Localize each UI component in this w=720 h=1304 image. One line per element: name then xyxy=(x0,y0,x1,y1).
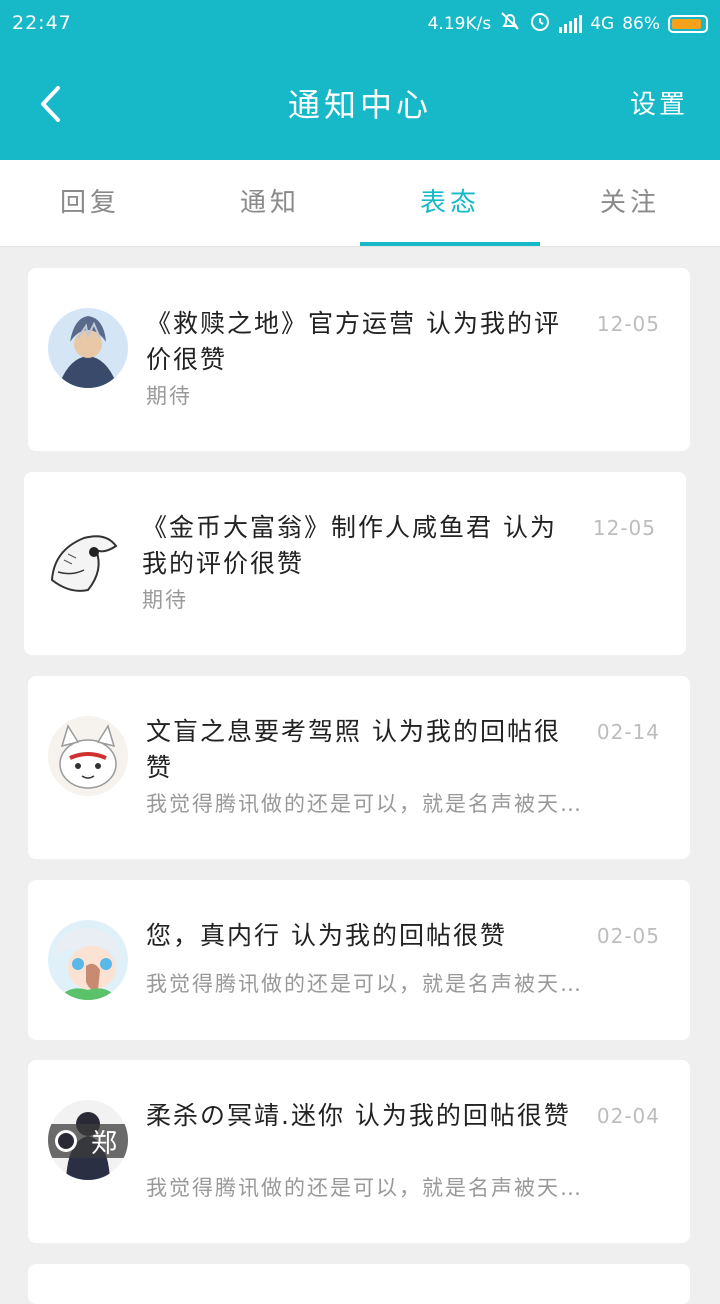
battery-icon xyxy=(668,14,708,33)
tab-notice[interactable]: 通知 xyxy=(180,160,360,246)
notification-card[interactable]: 您，真内行 认为我的回帖很赞 02-05 我觉得腾讯做的还是可以，就是名声被天… xyxy=(28,880,690,1040)
notification-date: 02-05 xyxy=(596,924,660,948)
tab-bar: 回复 通知 表态 关注 xyxy=(0,160,720,247)
tab-follow[interactable]: 关注 xyxy=(540,160,720,246)
tab-reaction[interactable]: 表态 xyxy=(360,160,540,246)
notification-quote: 我觉得腾讯做的还是可以，就是名声被天… xyxy=(146,1176,583,1200)
avatar: 郑 xyxy=(48,1100,128,1180)
notification-card[interactable]: 《金币大富翁》制作人咸鱼君 认为我的评价很赞 12-05 期待 xyxy=(24,472,686,655)
notification-message: 《救赎之地》官方运营 认为我的评价很赞 xyxy=(146,309,561,374)
notification-quote: 期待 xyxy=(142,588,188,612)
avatar xyxy=(48,308,128,388)
notification-card[interactable]: 郑 柔杀の冥靖.迷你 认为我的回帖很赞 02-04 我觉得腾讯做的还是可以，就是… xyxy=(28,1060,690,1243)
avatar xyxy=(48,920,128,1000)
status-bar: 22:47 4.19K/s 4G 86% xyxy=(0,0,720,48)
notification-card[interactable]: 《救赎之地》官方运营 认为我的评价很赞 12-05 期待 xyxy=(28,268,690,451)
notification-quote: 我觉得腾讯做的还是可以，就是名声被天… xyxy=(146,972,583,996)
navbar: 通知中心 设置 xyxy=(0,60,720,148)
avatar-badge-text: 郑 xyxy=(91,1129,117,1159)
settings-button[interactable]: 设置 xyxy=(630,84,688,121)
tab-reply[interactable]: 回复 xyxy=(0,160,180,246)
app-header: 22:47 4.19K/s 4G 86% 通知中心 设置 xyxy=(0,0,720,160)
notification-date: 02-04 xyxy=(596,1104,660,1128)
notification-date: 12-05 xyxy=(596,312,660,336)
notification-card[interactable] xyxy=(28,1264,690,1304)
notification-quote: 我觉得腾讯做的还是可以，就是名声被天… xyxy=(146,792,583,816)
notification-card[interactable]: 文盲之息要考驾照 认为我的回帖很赞 02-14 我觉得腾讯做的还是可以，就是名声… xyxy=(28,676,690,859)
notification-message: 《金币大富翁》制作人咸鱼君 认为我的评价很赞 xyxy=(142,513,557,578)
notification-date: 02-14 xyxy=(596,720,660,744)
alarm-icon xyxy=(529,10,551,37)
notification-date: 12-05 xyxy=(592,516,656,540)
notification-message: 柔杀の冥靖.迷你 认为我的回帖很赞 xyxy=(146,1101,571,1130)
network-type: 4G xyxy=(590,13,615,34)
battery-percent: 86% xyxy=(622,13,660,34)
notification-message: 您，真内行 认为我的回帖很赞 xyxy=(146,921,507,950)
avatar xyxy=(48,716,128,796)
status-time: 22:47 xyxy=(12,12,72,34)
signal-icon xyxy=(559,14,583,33)
notification-message: 文盲之息要考驾照 认为我的回帖很赞 xyxy=(146,717,561,782)
avatar xyxy=(44,520,124,600)
page-title: 通知中心 xyxy=(287,86,432,124)
network-speed: 4.19K/s xyxy=(427,13,492,34)
notification-quote: 期待 xyxy=(146,384,192,408)
mute-bell-icon xyxy=(499,10,521,37)
status-right: 4.19K/s 4G 86% xyxy=(428,10,708,37)
